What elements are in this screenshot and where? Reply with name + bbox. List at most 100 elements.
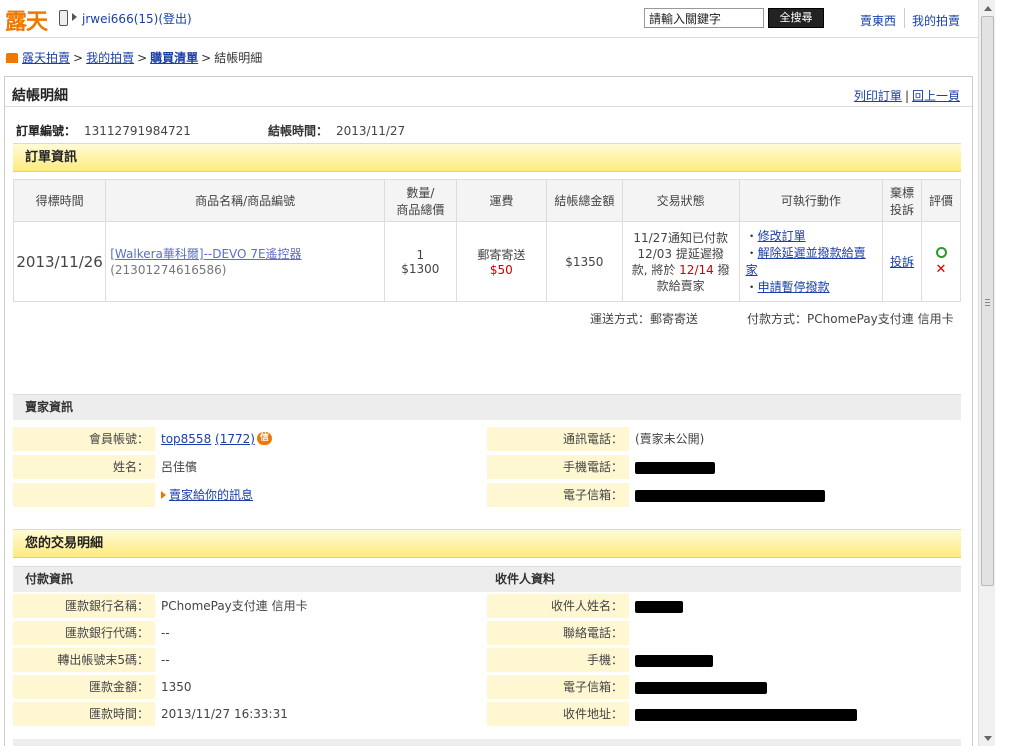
status-line: 款給賣家	[656, 278, 705, 293]
breadcrumb-purchase-list[interactable]: 購買清單	[150, 51, 198, 65]
seller-score-link[interactable]: (1772)	[215, 432, 255, 446]
sell-link[interactable]: 賣東西	[860, 12, 896, 29]
search-input[interactable]	[644, 8, 764, 28]
search-button[interactable]: 全搜尋	[768, 8, 824, 28]
scrollbar-thumb[interactable]	[981, 16, 994, 586]
payment-info-title: 付款資訊	[25, 572, 74, 586]
bank-name-label: 匯款銀行名稱：	[13, 594, 155, 618]
user-name[interactable]: jrwei666(15)	[82, 12, 158, 26]
col-header: 結帳總金額	[545, 179, 623, 222]
status-cell: 11/27通知已付款 12/03 提延遲撥 款, 將於 12/14 撥 款給賣家	[621, 221, 740, 302]
col-header: 運費	[455, 179, 547, 222]
release-payment-link[interactable]: 解除延遲並撥款給賣家	[746, 246, 866, 277]
label-empty	[13, 483, 155, 507]
redacted-block	[635, 600, 683, 613]
logout-link[interactable]: (登出)	[158, 12, 191, 26]
breadcrumb-sep: >	[73, 51, 84, 65]
complain-link[interactable]: 投訴	[890, 255, 914, 269]
col-header: 商品名稱/商品編號	[105, 179, 385, 222]
actions-cell: ・修改訂單 ・解除延遲並撥款給賣家 ・申請暫停撥款	[738, 221, 884, 302]
breadcrumb-my-auction[interactable]: 我的拍賣	[86, 51, 134, 65]
logo[interactable]: 露天	[5, 4, 68, 35]
checkout-time-label: 結帳時間：	[268, 124, 329, 138]
order-number-row: 訂單編號： 13112791984721	[16, 122, 191, 139]
seller-email	[629, 483, 961, 507]
receiver-email-label: 電子信箱：	[487, 675, 629, 699]
good-rating-icon[interactable]	[935, 246, 947, 258]
receiver-mobile	[629, 648, 961, 672]
shipping-method-summary: 運送方式：郵寄寄送	[590, 312, 699, 326]
seller-phone-label: 通訊電話：	[487, 427, 629, 451]
redacted-block	[635, 461, 715, 474]
breadcrumb-home[interactable]: 露天拍賣	[22, 51, 70, 65]
my-auction-link[interactable]: 我的拍賣	[912, 12, 960, 29]
status-line: 款, 將於	[631, 262, 676, 277]
redacted-block	[635, 489, 825, 502]
amount: 1350	[161, 680, 192, 694]
remit-time: 2013/11/27 16:33:31	[161, 707, 288, 721]
col-header: 棄標 投訴	[882, 179, 922, 222]
account-last5: --	[161, 653, 170, 667]
win-date: 2013/11/26	[12, 221, 107, 302]
qty-total-cell: 1 $1300	[384, 221, 457, 302]
amount-label: 匯款金額：	[13, 675, 155, 699]
page-actions: 列印訂單 | 回上一頁	[853, 89, 960, 103]
credit-badge[interactable]: 信	[256, 432, 272, 445]
arrow-right-icon	[161, 491, 166, 499]
redacted-block	[635, 681, 767, 694]
status-date: 12/14	[679, 262, 714, 277]
col-header: 評價	[921, 179, 961, 222]
home-icon	[6, 53, 18, 63]
item-code: (21301274616586)	[110, 262, 227, 277]
back-link[interactable]: 回上一頁	[912, 89, 960, 103]
edit-order-link[interactable]: 修改訂單	[758, 229, 806, 243]
scroll-down-icon[interactable]	[984, 736, 992, 741]
shipping-method: 郵寄寄送	[477, 248, 526, 262]
seller-name-label: 姓名：	[13, 455, 155, 479]
col-header-line: 棄標	[890, 185, 915, 200]
suspend-payment-link[interactable]: 申請暫停撥款	[758, 280, 830, 294]
shipping-cell: 郵寄寄送 $50	[455, 221, 547, 302]
checkout-total: $1350	[545, 221, 623, 302]
col-header: 數量/商品總價	[384, 179, 457, 222]
page: 露天 jrwei666(15)(登出) 全搜尋 賣東西 我的拍賣 露天拍賣>我的…	[0, 0, 978, 746]
col-header: 得標時間	[12, 179, 107, 222]
seller-phone: (賣家未公開)	[635, 432, 705, 446]
item-cell: [Walkera華科爾]--DEVO 7E遙控器 (21301274616586…	[105, 221, 385, 302]
table-row: 2013/11/26 [Walkera華科爾]--DEVO 7E遙控器 (213…	[12, 221, 961, 302]
arrow-right-icon	[72, 13, 77, 21]
col-header: 交易狀態	[621, 179, 740, 222]
vertical-scrollbar[interactable]	[978, 0, 995, 746]
receiver-name	[629, 594, 961, 618]
user-info: jrwei666(15)(登出)	[82, 10, 192, 27]
complain-cell: 投訴	[882, 221, 922, 302]
section-strip	[13, 739, 961, 746]
page-title: 結帳明細	[12, 88, 68, 104]
account-last5-label: 轉出帳號末5碼：	[13, 648, 155, 672]
breadcrumb: 露天拍賣 > 我的拍賣 > 購買清單 > 結帳明細	[6, 49, 262, 66]
checkout-detail-panel: 結帳明細 列印訂單 | 回上一頁 訂單編號： 13112791984721 結帳時間：…	[4, 76, 973, 746]
order-number: 13112791984721	[84, 124, 191, 138]
receiver-email	[629, 675, 961, 699]
seller-account-link[interactable]: top8558	[161, 432, 211, 446]
logo-text: 露天	[5, 9, 48, 35]
transaction-detail-header: 您的交易明細	[13, 529, 961, 558]
payment-method-summary: 付款方式：PChomePay支付連 信用卡	[747, 312, 954, 326]
grip-icon	[985, 299, 990, 300]
phone-icon	[59, 10, 68, 26]
redacted-block	[635, 708, 857, 721]
receiver-address-label: 收件地址：	[487, 702, 629, 726]
redacted-block	[635, 654, 713, 667]
status-line: 12/03 提延遲撥	[637, 246, 724, 261]
seller-mobile	[629, 455, 961, 479]
bad-rating-icon[interactable]: ✕	[922, 262, 960, 277]
quantity: 1	[416, 247, 425, 262]
order-number-label: 訂單編號：	[16, 124, 77, 138]
seller-mobile-label: 手機電話：	[487, 455, 629, 479]
item-link[interactable]: [Walkera華科爾]--DEVO 7E遙控器	[110, 247, 301, 261]
seller-message-link[interactable]: 賣家給你的訊息	[169, 488, 253, 502]
seller-email-label: 電子信箱：	[487, 483, 629, 507]
seller-account-value: top8558 (1772) 信	[155, 427, 485, 451]
scroll-up-icon[interactable]	[984, 6, 992, 11]
print-order-link[interactable]: 列印訂單	[854, 89, 902, 103]
